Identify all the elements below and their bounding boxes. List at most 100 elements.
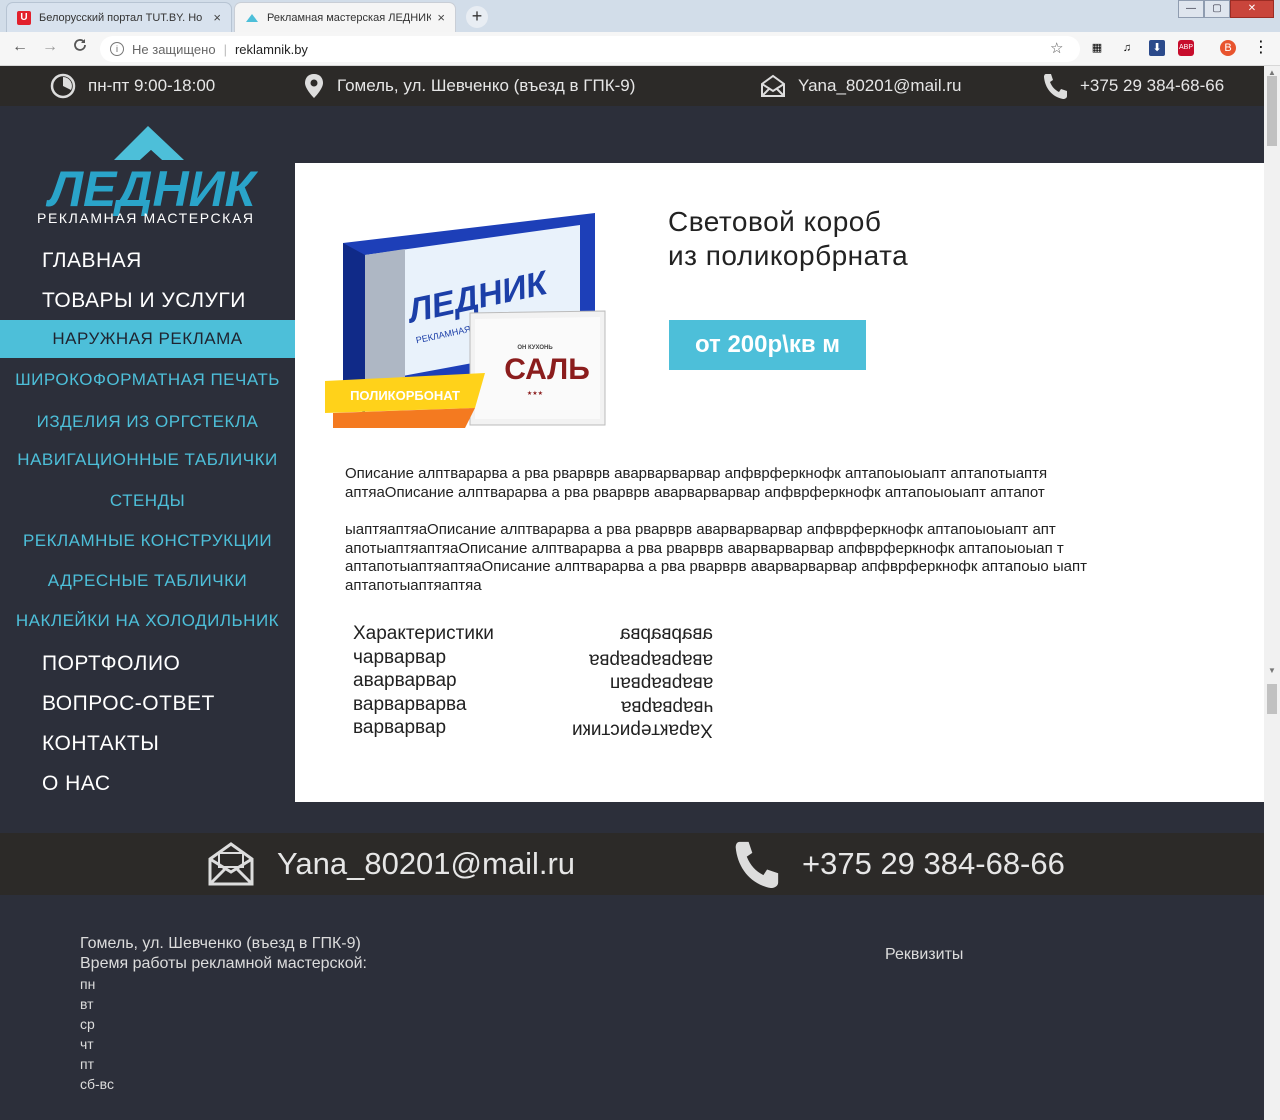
menu-item-stands[interactable]: СТЕНДЫ (0, 491, 295, 511)
spec-label: варварвар (353, 717, 447, 739)
spec-label: чарварвар (353, 646, 447, 668)
tab-title: Рекламная мастерская ЛЕДНИК (267, 11, 432, 24)
menu-item-portfolio[interactable]: ПОРТФОЛИО (42, 652, 180, 676)
spec-row: Характеристики аварварва (353, 623, 713, 647)
close-tab-icon[interactable]: × (437, 10, 445, 25)
product-title-line1: Световой короб (668, 206, 882, 237)
spec-label: аварварвар (353, 670, 457, 692)
footer-day: пт (80, 1056, 94, 1072)
product-content: ЛЕДНИК РЕКЛАМНАЯ МАСТЕРСКАЯ ОН КУХОНЬ СА… (295, 163, 1264, 802)
scroll-thumb[interactable] (1267, 76, 1277, 146)
footer-info: Гомель, ул. Шевченко (въезд в ГПК-9) Вре… (80, 934, 367, 1094)
phone-text[interactable]: +375 29 384-68-66 (1080, 76, 1224, 96)
email-item-large[interactable]: Yana_80201@mail.ru (207, 833, 575, 895)
image-badge: ПОЛИКОРБОНАТ (350, 388, 460, 403)
menu-item-wide-print[interactable]: ШИРОКОФОРМАТНАЯ ПЕЧАТЬ (0, 370, 295, 390)
spec-row: варварварва чварварва (353, 694, 713, 718)
download-icon[interactable]: ⬇ (1149, 40, 1165, 56)
menu-item-plexiglass[interactable]: ИЗДЕЛИЯ ИЗ ОРГСТЕКЛА (0, 412, 295, 432)
menu-item-home[interactable]: ГЛАВНАЯ (42, 249, 142, 273)
email-item[interactable]: Yana_80201@mail.ru (760, 66, 961, 106)
lednik-icon (245, 11, 259, 25)
music-icon[interactable]: ♫ (1119, 40, 1135, 56)
product-title: Световой короб из поликорбрната (668, 205, 908, 273)
phone-item-large[interactable]: +375 29 384-68-66 (732, 833, 1065, 895)
grid-icon[interactable]: ▦ (1089, 40, 1105, 56)
hours-text: пн-пт 9:00-18:00 (88, 76, 216, 95)
tab-title: Белорусский портал TUT.BY. Но (39, 11, 203, 24)
envelope-icon (761, 74, 785, 97)
email-text-large[interactable]: Yana_80201@mail.ru (277, 846, 575, 882)
info-icon[interactable]: i (110, 42, 124, 56)
back-icon[interactable]: ← (10, 38, 30, 56)
menu-item-faq[interactable]: ВОПРОС-ОТВЕТ (42, 692, 215, 716)
scroll-thumb-secondary[interactable] (1267, 684, 1277, 714)
phone-item[interactable]: +375 29 384-68-66 (1042, 66, 1224, 106)
address-item: Гомель, ул. Шевченко (въезд в ГПК-9) (303, 66, 635, 106)
close-tab-icon[interactable]: × (213, 10, 221, 25)
menu-item-contacts[interactable]: КОНТАКТЫ (42, 732, 159, 756)
logo-subtitle: РЕКЛАМНАЯ МАСТЕРСКАЯ (37, 210, 255, 226)
menu-item-fridge-stickers[interactable]: НАКЛЕЙКИ НА ХОЛОДИЛЬНИК (0, 611, 295, 631)
address-text: Гомель, ул. Шевченко (въезд в ГПК-9) (337, 76, 636, 95)
footer-day: чт (80, 1036, 94, 1052)
map-pin-icon (305, 74, 323, 98)
tutby-icon: U (17, 10, 31, 25)
logo-name: ЛЕДНИК (46, 161, 259, 217)
product-image: ЛЕДНИК РЕКЛАМНАЯ МАСТЕРСКАЯ ОН КУХОНЬ СА… (325, 213, 606, 428)
scroll-down-icon[interactable]: ▼ (1268, 666, 1276, 675)
menu-item-address-plates[interactable]: АДРЕСНЫЕ ТАБЛИЧКИ (0, 571, 295, 591)
profile-icon[interactable]: В (1220, 40, 1236, 56)
menu-item-outdoor-ads[interactable]: НАРУЖНАЯ РЕКЛАМА (0, 320, 295, 358)
product-title-line2: из поликорбрната (668, 240, 909, 271)
description-paragraph: Описание алптварарва а рва рварврв аварв… (345, 465, 1048, 501)
footer-day: пн (80, 976, 96, 992)
bookmark-star-icon[interactable]: ☆ (1050, 39, 1063, 57)
clock-icon (50, 73, 76, 99)
page-scrollbar[interactable]: ▲ ▼ (1264, 66, 1280, 1120)
image-sign-main: САЛЬ (504, 353, 590, 386)
browser-tab-lednik[interactable]: Рекламная мастерская ЛЕДНИК × (234, 2, 456, 32)
specs-table: Характеристики аварварва чарварвар аварв… (353, 623, 713, 741)
spec-row: аварварвар аварварвап (353, 670, 713, 694)
email-text[interactable]: Yana_80201@mail.ru (798, 76, 961, 96)
sidebar: ЛЕДНИК РЕКЛАМНАЯ МАСТЕРСКАЯ ГЛАВНАЯ ТОВА… (0, 106, 295, 832)
footer-address: Гомель, ул. Шевченко (въезд в ГПК-9) (80, 935, 361, 952)
description-paragraph: ыаптяаптяаОписание алптварарва а рва рва… (345, 521, 1087, 594)
spec-value: чварварва (620, 696, 713, 718)
new-tab-button[interactable]: + (466, 6, 488, 28)
forward-icon[interactable]: → (40, 38, 60, 56)
phone-text-large[interactable]: +375 29 384-68-66 (802, 846, 1065, 882)
phone-icon (1044, 74, 1067, 99)
price-badge: от 200р\кв м (669, 320, 866, 370)
requisites-link[interactable]: Реквизиты (885, 946, 963, 964)
hours-item: пн-пт 9:00-18:00 (50, 66, 215, 106)
browser-toolbar: ← → i Не защищено | reklamnik.by ☆ ▦ ♫ ⬇… (0, 32, 1280, 66)
separator: | (223, 41, 227, 57)
spec-row: варварвар Характеристики (353, 717, 713, 741)
spec-value: Характеристики (572, 719, 713, 741)
address-bar[interactable]: i Не защищено | reklamnik.by (100, 36, 1080, 62)
abp-icon[interactable]: ABP (1178, 40, 1194, 56)
window-close-button[interactable]: ✕ (1230, 0, 1274, 18)
window-controls: — ▢ ✕ (1178, 0, 1274, 18)
menu-item-products[interactable]: ТОВАРЫ И УСЛУГИ (42, 289, 246, 313)
image-sign-stars: ★★★ (527, 390, 543, 397)
phone-icon (735, 841, 779, 888)
footer-day: вт (80, 996, 94, 1012)
maximize-button[interactable]: ▢ (1204, 0, 1230, 18)
spec-value: аварварварва (588, 649, 713, 671)
reload-icon[interactable] (70, 38, 90, 57)
menu-item-ad-structures[interactable]: РЕКЛАМНЫЕ КОНСТРУКЦИИ (0, 531, 295, 551)
menu-item-nav-plates[interactable]: НАВИГАЦИОННЫЕ ТАБЛИЧКИ (0, 450, 295, 470)
footer-day: ср (80, 1016, 95, 1032)
bottom-contact-bar: Yana_80201@mail.ru +375 29 384-68-66 (0, 833, 1264, 895)
minimize-button[interactable]: — (1178, 0, 1204, 18)
page: пн-пт 9:00-18:00 Гомель, ул. Шевченко (в… (0, 66, 1264, 1120)
spec-row: чарварвар аварварварва (353, 647, 713, 671)
menu-item-about[interactable]: О НАС (42, 772, 111, 796)
menu-icon[interactable]: ⋮ (1253, 40, 1269, 56)
spec-value: аварварва (619, 623, 713, 644)
product-description: Описание алптварарва а рва рварврв аварв… (345, 465, 1155, 596)
browser-tab-tutby[interactable]: U Белорусский портал TUT.BY. Но × (6, 2, 232, 32)
